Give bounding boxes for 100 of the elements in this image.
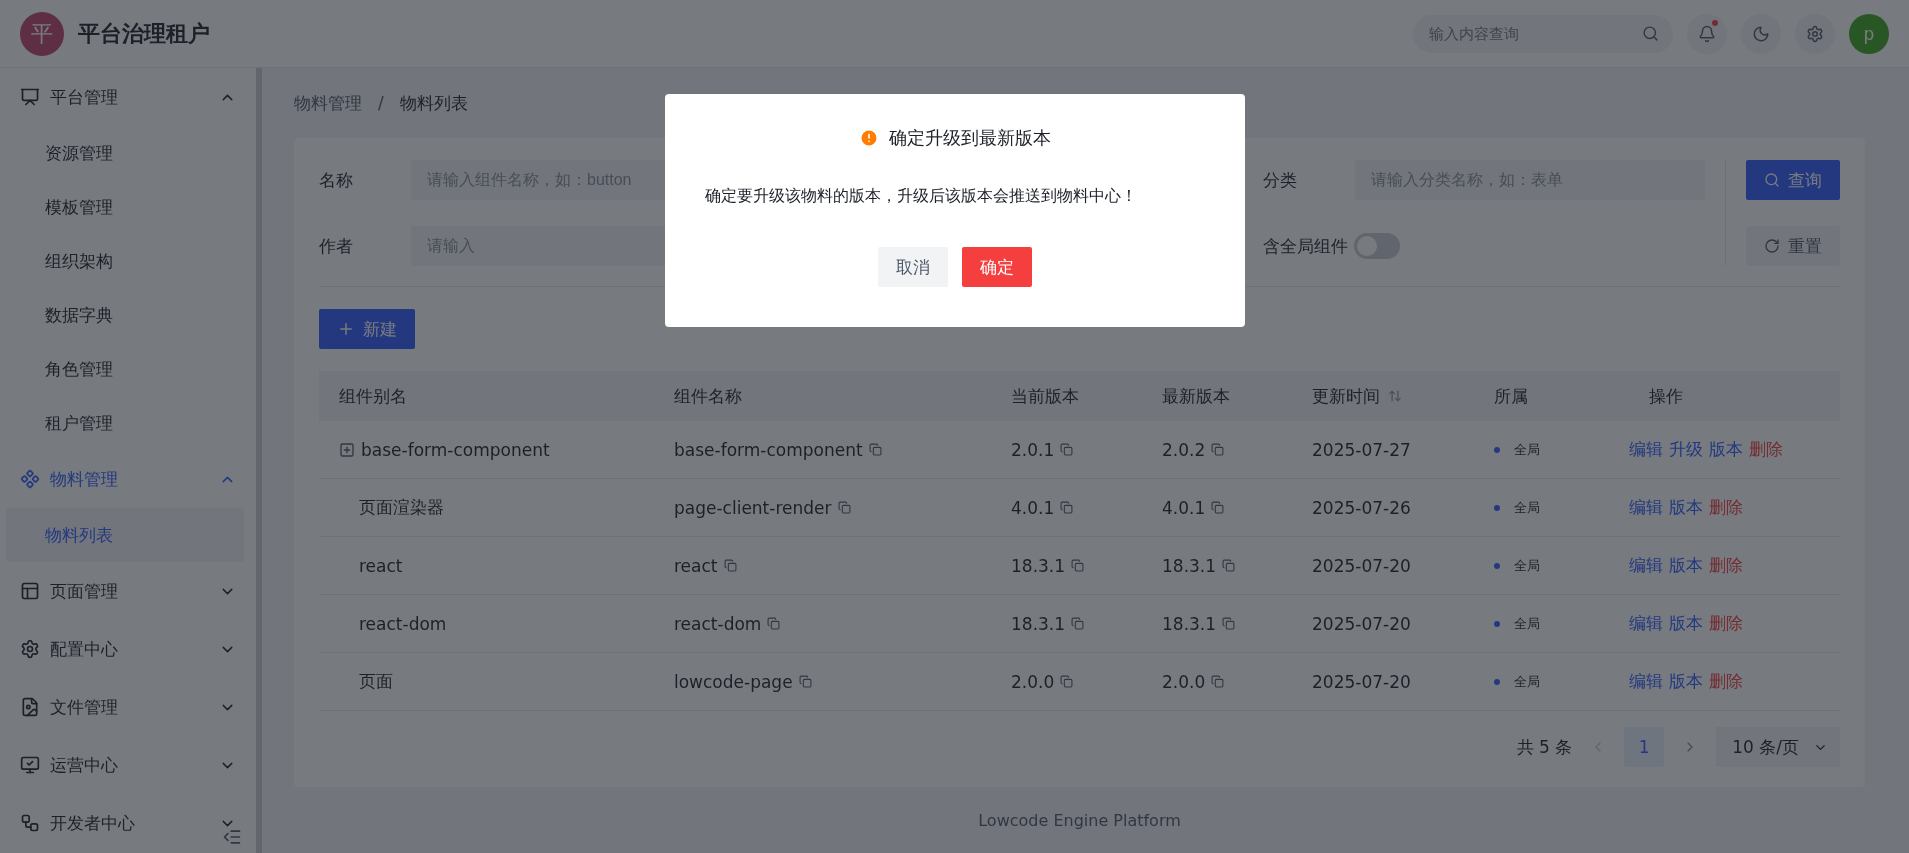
sidebar-subitem[interactable]: 数据字典 [6, 288, 244, 342]
expand-icon[interactable] [339, 441, 355, 458]
copy-icon[interactable] [1060, 501, 1074, 514]
column-header[interactable]: 更新时间 [1292, 371, 1474, 421]
copy-icon[interactable] [798, 675, 812, 688]
breadcrumb-item[interactable]: 物料管理 [294, 91, 362, 115]
copy-icon[interactable] [723, 559, 737, 572]
warning-icon [858, 128, 879, 148]
switch-label: 含全局组件 [1263, 234, 1348, 258]
delete-link[interactable]: 删除 [1749, 438, 1783, 461]
column-header: 当前版本 [991, 371, 1142, 421]
action-link[interactable]: 版本 [1669, 612, 1703, 635]
sidebar-item[interactable]: 页面管理 [0, 562, 256, 620]
page-button[interactable]: 1 [1624, 727, 1665, 767]
sort-icon[interactable] [1388, 389, 1402, 403]
reset-button[interactable]: 重置 [1746, 226, 1840, 266]
column-header: 组件别名 [319, 371, 654, 421]
scope-label: 全局 [1514, 614, 1540, 633]
cancel-button[interactable]: 取消 [877, 247, 948, 287]
dark-mode-button[interactable] [1741, 13, 1781, 54]
breadcrumb-item[interactable]: 物料列表 [399, 91, 468, 115]
status-dot [1494, 678, 1500, 685]
delete-link[interactable]: 删除 [1709, 496, 1743, 519]
page-size-select[interactable]: 10 条/页 [1716, 727, 1840, 767]
table-cell: 2.0.0 [1011, 671, 1055, 692]
delete-link[interactable]: 删除 [1709, 554, 1743, 577]
dialog-title: 确定升级到最新版本 [888, 126, 1051, 150]
sidebar-item[interactable]: 文件管理 [0, 678, 256, 736]
copy-icon[interactable] [1222, 559, 1236, 572]
presentation-icon [20, 87, 40, 107]
user-avatar[interactable]: p [1849, 13, 1889, 54]
copy-icon[interactable] [1222, 617, 1236, 630]
layout-icon [20, 581, 40, 601]
app-title: 平台治理租户 [78, 19, 211, 48]
copy-icon[interactable] [1071, 617, 1085, 630]
footer-text: Lowcode Engine Platform [977, 809, 1182, 832]
table-cell: 2025-07-20 [1292, 537, 1474, 595]
column-header: 操作 [1609, 371, 1840, 421]
sidebar-subitem[interactable]: 物料列表 [6, 508, 244, 562]
table-cell: 页面渲染器 [319, 479, 654, 537]
action-link[interactable]: 编辑 [1629, 438, 1663, 461]
delete-link[interactable]: 删除 [1709, 670, 1743, 693]
table-cell: 2025-07-20 [1292, 595, 1474, 653]
action-link[interactable]: 升级 [1669, 438, 1703, 461]
search-button[interactable]: 查询 [1746, 160, 1840, 200]
action-link[interactable]: 编辑 [1629, 670, 1663, 693]
monitor-icon [20, 755, 40, 775]
confirm-button[interactable]: 确定 [961, 247, 1032, 287]
status-dot [1494, 446, 1500, 453]
notification-button[interactable] [1687, 13, 1727, 54]
sidebar-item[interactable]: 平台管理 [0, 68, 256, 126]
sidebar-item[interactable]: 物料管理 [0, 450, 256, 508]
table-cell: react [319, 537, 654, 595]
table-cell: 2025-07-27 [1292, 421, 1474, 479]
copy-icon[interactable] [1060, 675, 1074, 688]
settings-button[interactable] [1795, 13, 1835, 54]
table-cell: 页面 [319, 653, 654, 711]
scope-label: 全局 [1514, 672, 1540, 691]
sidebar-subitem[interactable]: 组织架构 [6, 234, 244, 288]
action-link[interactable]: 版本 [1669, 554, 1703, 577]
action-link[interactable]: 编辑 [1629, 612, 1663, 635]
breadcrumb-separator: / [378, 93, 384, 113]
table-cell: react [674, 555, 718, 576]
copy-icon[interactable] [868, 443, 882, 456]
workflow-icon [20, 813, 40, 833]
action-link[interactable]: 编辑 [1629, 496, 1663, 519]
action-link[interactable]: 编辑 [1629, 554, 1663, 577]
column-header: 组件名称 [654, 371, 991, 421]
new-button[interactable]: 新建 [319, 309, 415, 349]
table-cell: page-client-render [674, 497, 832, 518]
sidebar-subitem[interactable]: 租户管理 [6, 396, 244, 450]
table-cell: 18.3.1 [1162, 555, 1217, 576]
action-link[interactable]: 版本 [1669, 670, 1703, 693]
copy-icon[interactable] [1060, 443, 1074, 456]
copy-icon[interactable] [1211, 443, 1225, 456]
delete-link[interactable]: 删除 [1709, 612, 1743, 635]
action-link[interactable]: 版本 [1669, 496, 1703, 519]
sidebar-item[interactable]: 开发者中心 [0, 794, 256, 852]
sidebar-subitem[interactable]: 模板管理 [6, 180, 244, 234]
table-cell: 2025-07-20 [1292, 653, 1474, 711]
status-dot [1494, 620, 1500, 627]
refresh-icon [1764, 238, 1780, 254]
sidebar-subitem[interactable]: 角色管理 [6, 342, 244, 396]
column-header: 最新版本 [1142, 371, 1292, 421]
sidebar-item[interactable]: 运营中心 [0, 736, 256, 794]
copy-icon[interactable] [1071, 559, 1085, 572]
action-link[interactable]: 版本 [1709, 438, 1743, 461]
sidebar-item[interactable]: 配置中心 [0, 620, 256, 678]
field-label: 作者 [319, 234, 354, 258]
diamonds-icon [20, 469, 40, 489]
collapse-icon[interactable] [222, 827, 242, 847]
sidebar-subitem[interactable]: 资源管理 [6, 126, 244, 180]
copy-icon[interactable] [767, 617, 781, 630]
search-icon[interactable] [1642, 25, 1659, 42]
copy-icon[interactable] [1211, 501, 1225, 514]
copy-icon[interactable] [837, 501, 851, 514]
settings-icon [20, 639, 40, 659]
scope-label: 全局 [1514, 498, 1540, 517]
copy-icon[interactable] [1211, 675, 1225, 688]
table-cell: 2.0.2 [1162, 439, 1206, 460]
